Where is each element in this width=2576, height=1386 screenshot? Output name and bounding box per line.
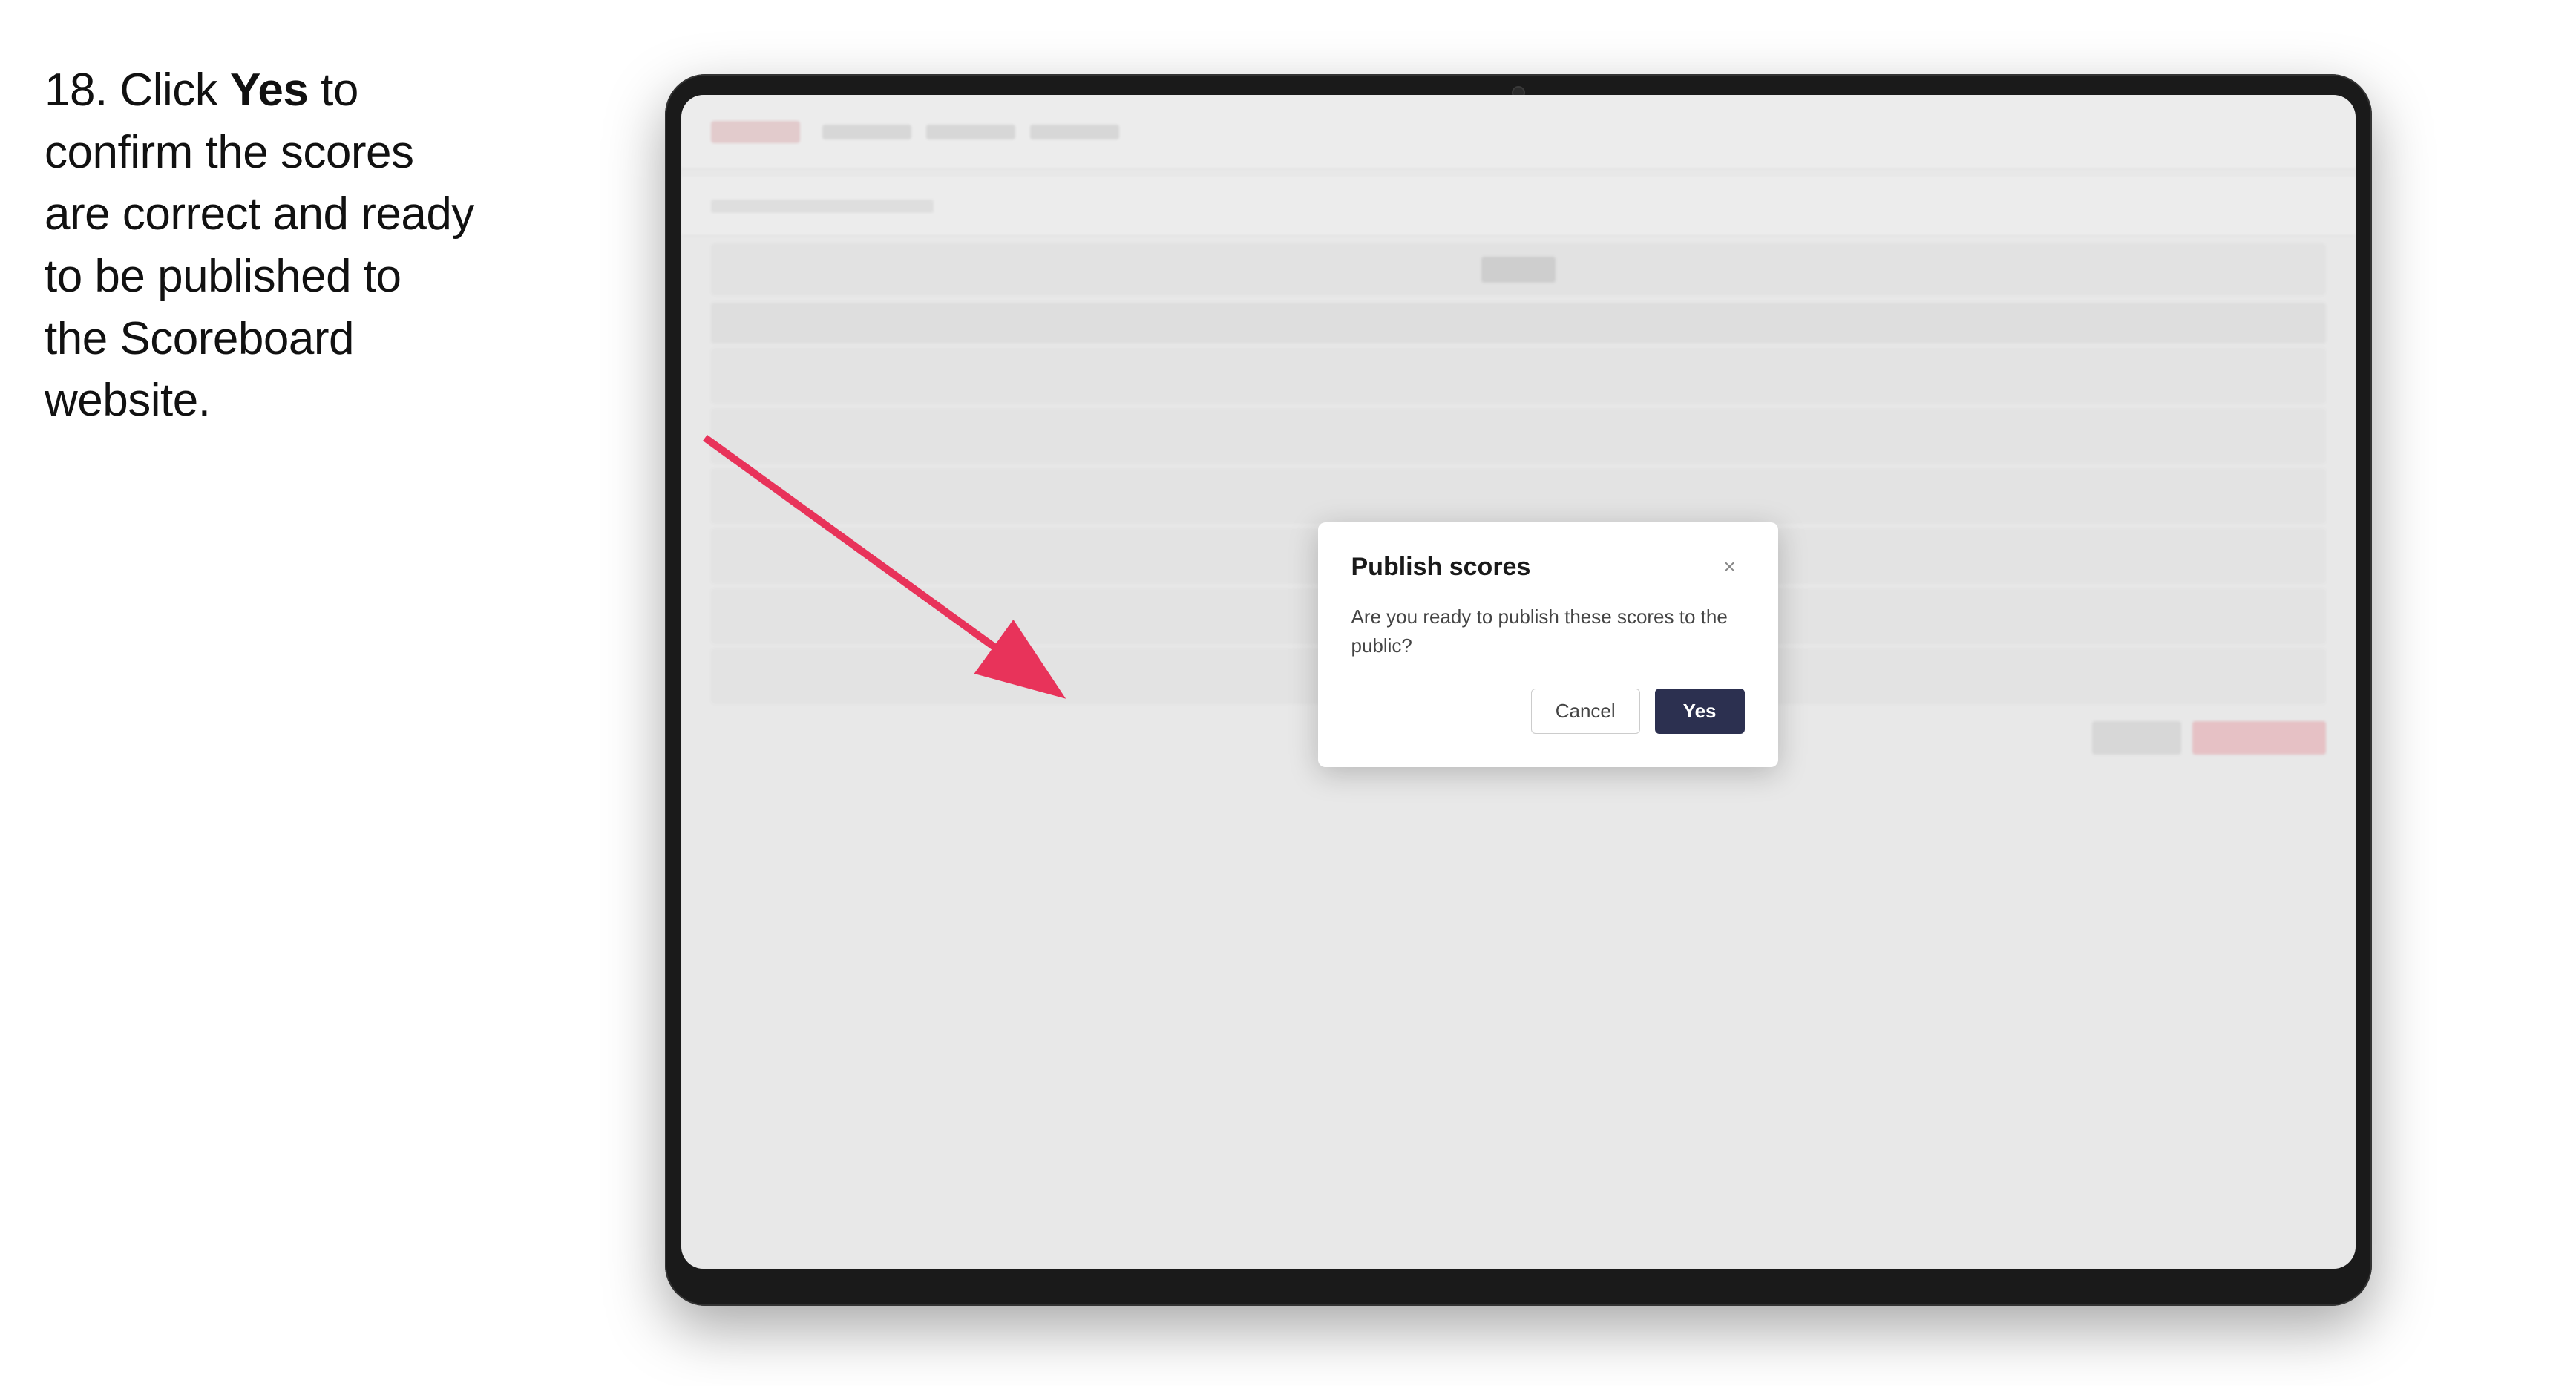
publish-scores-modal: Publish scores × Are you ready to publis… <box>1318 522 1778 767</box>
instruction-bold: Yes <box>230 65 308 116</box>
page-wrapper: 18. Click Yes to confirm the scores are … <box>0 0 2576 1386</box>
modal-header: Publish scores × <box>1351 552 1745 582</box>
modal-title: Publish scores <box>1351 553 1531 582</box>
tablet-screen: Publish scores × Are you ready to publis… <box>681 95 2356 1269</box>
modal-overlay: Publish scores × Are you ready to publis… <box>681 95 2356 1269</box>
tablet-frame-area: Publish scores × Are you ready to publis… <box>475 45 2576 1380</box>
instruction-text-plain: Click <box>108 65 230 116</box>
tablet-device: Publish scores × Are you ready to publis… <box>665 74 2372 1306</box>
modal-footer: Cancel Yes <box>1351 689 1745 734</box>
instruction-text-rest: to confirm the scores are correct and re… <box>45 65 474 426</box>
modal-body-text: Are you ready to publish these scores to… <box>1351 602 1745 660</box>
instruction-panel: 18. Click Yes to confirm the scores are … <box>45 45 475 432</box>
modal-close-button[interactable]: × <box>1715 552 1745 582</box>
cancel-button[interactable]: Cancel <box>1531 689 1640 734</box>
step-number: 18. <box>45 65 108 116</box>
yes-button[interactable]: Yes <box>1655 689 1745 734</box>
